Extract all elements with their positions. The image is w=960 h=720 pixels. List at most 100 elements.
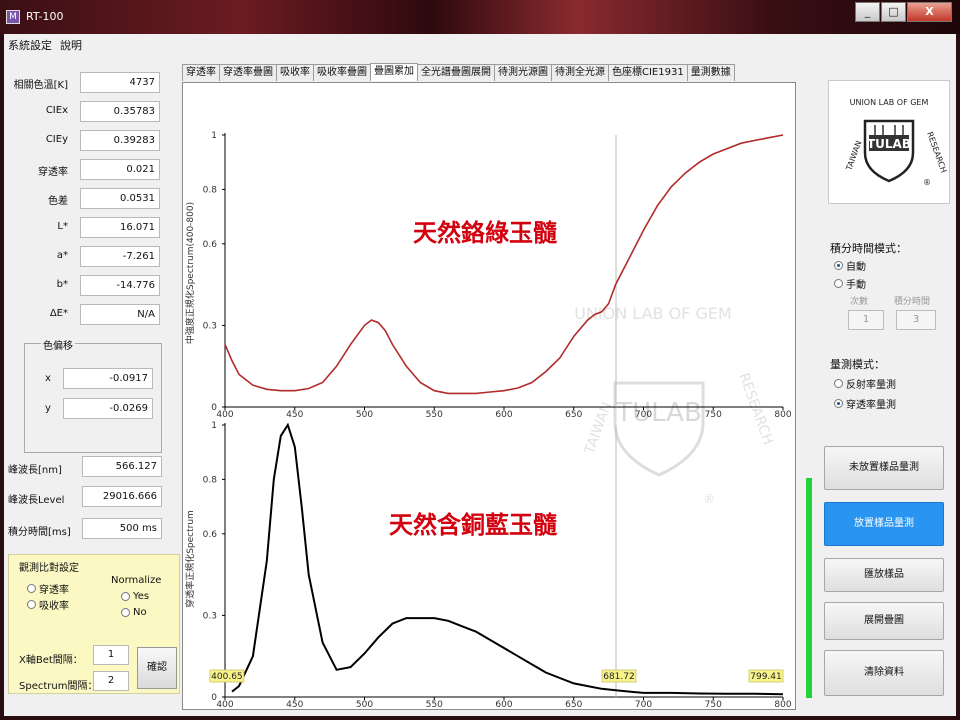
time-input[interactable]: 3 [896, 310, 936, 330]
chart-panel: TULAB UNION LAB OF GEM TAIWAN RESEARCH ®… [182, 82, 796, 710]
tab-measurement-data[interactable]: 量測數據 [686, 64, 735, 81]
top-series-line [224, 134, 784, 395]
point-label: 799.41 [750, 672, 782, 682]
radio-dot [27, 600, 36, 609]
field-value[interactable]: 0.35783 [80, 101, 160, 122]
radio-dot [834, 279, 843, 288]
radio-reflect[interactable]: 反射率量測 [834, 376, 896, 391]
shift-x-value[interactable]: -0.0917 [63, 368, 153, 389]
field-value[interactable]: -14.776 [80, 275, 160, 296]
spectrum-charts: TULAB UNION LAB OF GEM TAIWAN RESEARCH ®… [184, 131, 792, 710]
confirm-button[interactable]: 確認 [137, 647, 177, 689]
field-label: 穿透率 [38, 167, 68, 178]
spectrum-interval-input[interactable]: 2 [93, 671, 129, 691]
field-value[interactable]: 0.021 [80, 159, 160, 180]
group-title: 色偏移 [41, 337, 75, 352]
tab-absorbance[interactable]: 吸收率 [276, 64, 314, 81]
radio-label: 反射率量測 [846, 380, 896, 391]
field-label: 相關色溫[K] [13, 80, 68, 91]
radio-absorbance[interactable]: 吸收率 [27, 597, 69, 612]
x-tick-label: 600 [495, 700, 512, 709]
tab-cie1931[interactable]: 色座標CIE1931 [608, 64, 688, 81]
radio-normalize-yes[interactable]: Yes [121, 591, 149, 602]
x-tick-label: 450 [286, 410, 303, 420]
title-bar: M RT-100 _ □ X [0, 0, 960, 34]
field-value[interactable]: 500 ms [82, 518, 162, 539]
right-panel: TULAB UNION LAB OF GEM TAIWAN RESEARCH ®… [804, 34, 956, 716]
field-label: CIEy [45, 134, 68, 145]
bottom-y-label: 穿透率正規化Spectrum [184, 510, 196, 608]
tab-full-spectrum[interactable]: 全光譜疊圖展開 [417, 64, 495, 81]
close-button[interactable]: X [907, 2, 952, 22]
field-integration-time: 積分時間[ms] 500 ms [4, 518, 174, 540]
field-value[interactable]: 0.39283 [80, 130, 160, 151]
field-label: L* [57, 221, 68, 232]
spectrum-interval-label: Spectrum間隔： [19, 681, 98, 692]
field-label: 峰波長Level [8, 495, 65, 506]
watermark-right: RESEARCH [735, 371, 776, 447]
field-value[interactable]: -7.261 [80, 246, 160, 267]
field-cct: 相關色溫[K] 4737 [4, 72, 174, 94]
radio-label: 手動 [846, 280, 866, 291]
menu-bar: 系統設定 說明 [8, 37, 82, 53]
field-value[interactable]: 0.0531 [80, 188, 160, 209]
radio-manual[interactable]: 手動 [834, 276, 866, 291]
radio-dot [27, 584, 36, 593]
radio-dot [834, 399, 843, 408]
tulab-watermark: TULAB UNION LAB OF GEM TAIWAN RESEARCH ® [574, 304, 776, 506]
tab-full-light-source[interactable]: 待測全光源 [551, 64, 609, 81]
shift-y: y -0.0269 [31, 398, 157, 420]
radio-transmit[interactable]: 穿透率量測 [834, 396, 896, 411]
menu-help[interactable]: 說明 [60, 37, 82, 53]
tab-absorbance-overlay[interactable]: 吸收率疊圖 [313, 64, 371, 81]
sample-button[interactable]: 匯放樣品 [824, 558, 944, 592]
menu-settings[interactable]: 系統設定 [8, 37, 52, 53]
tab-transmittance-overlay[interactable]: 穿透率疊圖 [219, 64, 277, 81]
logo-top: UNION LAB OF GEM [850, 98, 929, 107]
bottom-chart-annotation: 天然含銅藍玉髓 [389, 511, 557, 539]
field-value[interactable]: 16.071 [80, 217, 160, 238]
top-y-ticks: 10.80.60.30 [203, 131, 225, 413]
minimize-button[interactable]: _ [855, 2, 880, 22]
shift-x-label: x [45, 373, 51, 384]
logo-mark: ® [923, 178, 931, 187]
field-value[interactable]: 4737 [80, 72, 160, 93]
measure-without-sample-button[interactable]: 未放置樣品量測 [824, 446, 944, 490]
color-shift-group: 色偏移 x -0.0917 y -0.0269 [24, 337, 162, 453]
field-value[interactable]: N/A [80, 304, 160, 325]
x-tick-label: 750 [705, 700, 722, 709]
field-l-star: L* 16.071 [4, 217, 174, 239]
y-tick-label: 0.6 [203, 530, 218, 540]
measure-with-sample-button[interactable]: 放置樣品量測 [824, 502, 944, 546]
field-label: 色差 [48, 196, 68, 207]
radio-transmittance[interactable]: 穿透率 [27, 581, 69, 596]
x-interval-label: X軸Bet間隔： [19, 655, 83, 666]
field-color-diff: 色差 0.0531 [4, 188, 174, 210]
maximize-button[interactable]: □ [881, 2, 906, 22]
field-value[interactable]: 566.127 [82, 456, 162, 477]
app-icon: M [6, 10, 20, 24]
radio-auto[interactable]: 自動 [834, 258, 866, 273]
field-label: ΔE* [49, 308, 68, 319]
clear-data-button[interactable]: 清除資料 [824, 650, 944, 696]
field-label: 峰波長[nm] [8, 465, 62, 476]
field-value[interactable]: 29016.666 [82, 486, 162, 507]
field-b-star: b* -14.776 [4, 275, 174, 297]
point-label: 400.65 [211, 672, 243, 682]
radio-label: 自動 [846, 262, 866, 273]
bottom-series-line [231, 422, 784, 696]
expand-overlay-button[interactable]: 展開疊圖 [824, 602, 944, 640]
shift-y-value[interactable]: -0.0269 [63, 398, 153, 419]
field-delta-e: ΔE* N/A [4, 304, 174, 326]
tab-transmittance[interactable]: 穿透率 [182, 64, 220, 81]
tab-light-source[interactable]: 待測光源圖 [494, 64, 552, 81]
count-stepper[interactable]: 1 [848, 310, 884, 330]
y-tick-label: 1 [211, 131, 217, 141]
tab-overlay-stack[interactable]: 疊圖累加 [370, 63, 418, 81]
x-tick-label: 700 [635, 700, 652, 709]
radio-normalize-no[interactable]: No [121, 607, 147, 618]
x-interval-input[interactable]: 1 [93, 645, 129, 665]
y-tick-label: 1 [211, 421, 217, 431]
field-label: 積分時間[ms] [8, 527, 71, 538]
shift-x: x -0.0917 [31, 368, 157, 390]
